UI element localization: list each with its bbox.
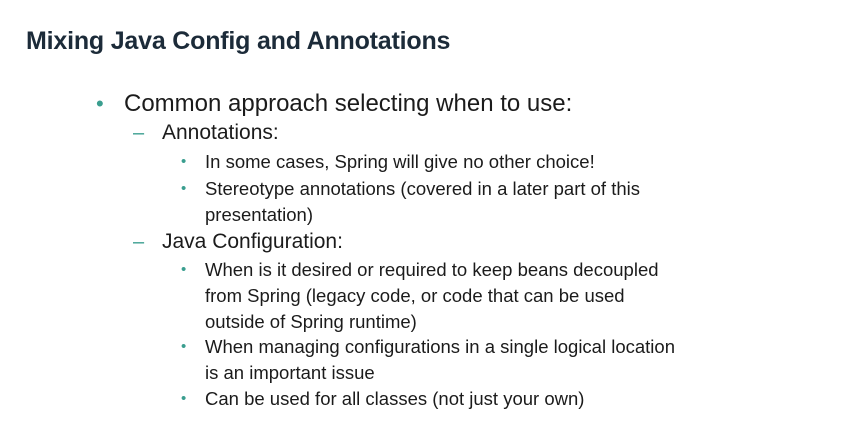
bullet-marker: • — [181, 338, 187, 355]
main-bullet-text: Common approach selecting when to use: — [124, 90, 573, 117]
java-config-point-1-line-2: from Spring (legacy code, or code that c… — [205, 285, 625, 306]
annotations-point-1-line-1: In some cases, Spring will give no other… — [205, 151, 595, 172]
java-config-point-1-line-3: outside of Spring runtime) — [205, 311, 417, 332]
annotations-point-2-line-1: Stereotype annotations (covered in a lat… — [205, 178, 641, 199]
bullet-marker: • — [181, 261, 187, 278]
bullet-marker: • — [181, 153, 187, 170]
java-config-point-2-line-2: is an important issue — [205, 362, 375, 383]
annotations-point-2-line-2: presentation) — [205, 204, 313, 225]
slide: Mixing Java Config and Annotations • Com… — [0, 0, 846, 441]
bullet-marker: • — [181, 180, 187, 197]
annotations-heading: Annotations: — [162, 121, 279, 144]
java-config-point-2-line-1: When managing configurations in a single… — [205, 336, 675, 357]
dash-marker: – — [133, 231, 145, 253]
java-config-point-1-line-1: When is it desired or required to keep b… — [205, 259, 659, 280]
slide-title: Mixing Java Config and Annotations — [26, 27, 451, 55]
bullet-marker: • — [181, 390, 187, 407]
bullet-marker: • — [96, 91, 104, 116]
java-config-heading: Java Configuration: — [162, 230, 343, 253]
java-config-point-3-line-1: Can be used for all classes (not just yo… — [205, 388, 585, 409]
dash-marker: – — [133, 122, 145, 144]
